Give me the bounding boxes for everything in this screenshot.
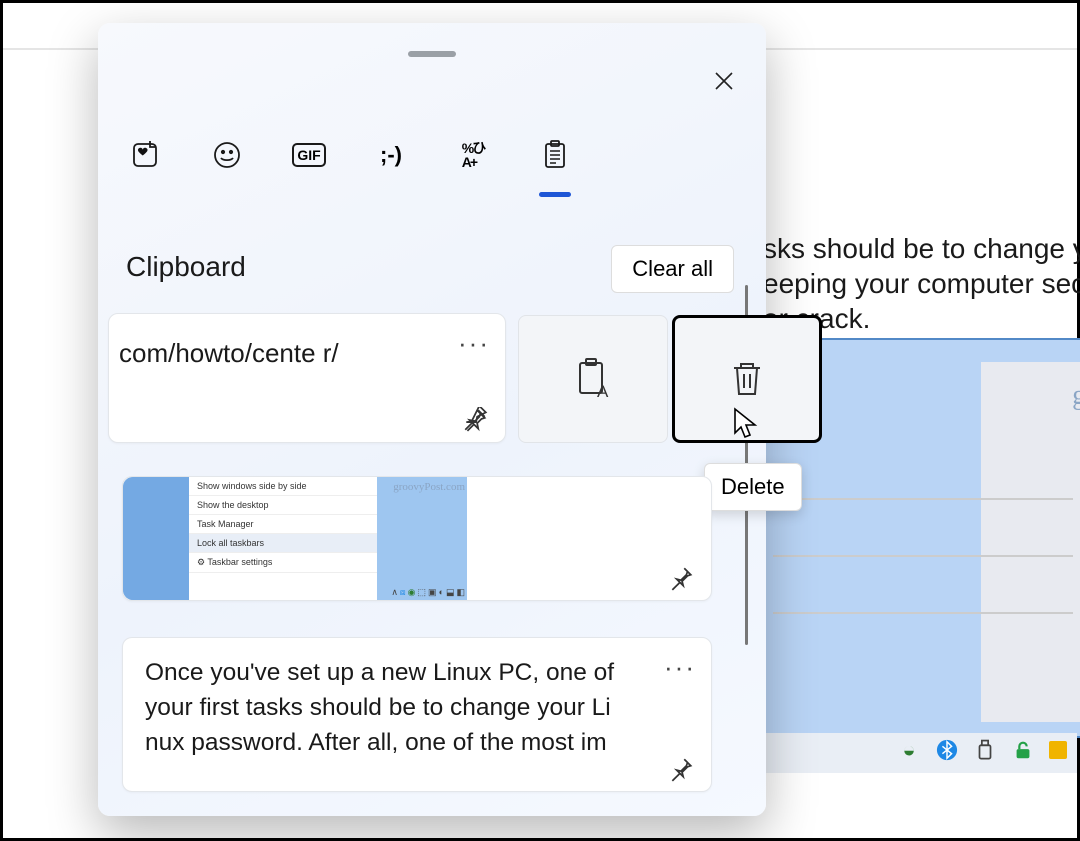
more-button[interactable]: ··· bbox=[664, 652, 696, 683]
svg-text:A: A bbox=[597, 382, 609, 401]
clipboard-item-text[interactable]: Once you've set up a new Linux PC, one o… bbox=[122, 637, 712, 792]
emoji-icon bbox=[212, 140, 242, 170]
delete-button[interactable] bbox=[672, 315, 822, 443]
clipboard-item-content: Once you've set up a new Linux PC, one o… bbox=[145, 656, 653, 760]
thumbnail-watermark: groovyPost.com bbox=[393, 481, 465, 493]
delete-tooltip: Delete bbox=[704, 463, 802, 511]
kaomoji-icon: ;-) bbox=[380, 142, 402, 168]
clipboard-item-text[interactable]: com/howto/cente r/ ··· bbox=[108, 313, 506, 443]
pin-icon bbox=[462, 407, 488, 433]
background-watermark: groovyPo bbox=[1072, 380, 1080, 412]
pin-button[interactable] bbox=[459, 404, 491, 436]
category-tabs: GIF ;-) %ひ A+ bbox=[123, 133, 577, 177]
bluetooth-icon bbox=[935, 738, 959, 762]
background-ruled-lines bbox=[773, 443, 1073, 669]
clear-all-button[interactable]: Clear all bbox=[611, 245, 734, 293]
sticker-heart-icon bbox=[131, 141, 159, 169]
thumbnail-context-menu: Show windows side by side Show the deskt… bbox=[189, 477, 377, 600]
tab-stickers[interactable] bbox=[123, 133, 167, 177]
shield-icon: ◒ bbox=[897, 738, 921, 762]
tab-kaomoji[interactable]: ;-) bbox=[369, 133, 413, 177]
trash-icon bbox=[728, 359, 766, 399]
background-text-line: eeping your computer sec bbox=[763, 268, 1080, 300]
pin-icon bbox=[668, 565, 694, 591]
pin-icon bbox=[668, 756, 694, 782]
clipboard-icon bbox=[542, 140, 568, 170]
drag-handle[interactable] bbox=[408, 51, 456, 57]
close-icon bbox=[712, 69, 736, 93]
tab-symbols[interactable]: %ひ A+ bbox=[451, 133, 495, 177]
box-icon bbox=[1049, 741, 1067, 759]
tab-gif[interactable]: GIF bbox=[287, 133, 331, 177]
background-text-line: sks should be to change y bbox=[763, 233, 1080, 265]
lock-icon bbox=[1011, 738, 1035, 762]
clipboard-item-image[interactable]: Show windows side by side Show the deskt… bbox=[122, 476, 712, 601]
pin-button[interactable] bbox=[665, 562, 697, 594]
tab-emoji[interactable] bbox=[205, 133, 249, 177]
background-system-tray: ◒ bbox=[897, 738, 1067, 762]
paste-text-icon: A bbox=[573, 357, 613, 401]
gif-icon: GIF bbox=[292, 143, 325, 167]
symbols-icon: %ひ A+ bbox=[462, 141, 484, 169]
clipboard-panel: GIF ;-) %ひ A+ Clipboard Clear all com/ho… bbox=[98, 23, 766, 816]
close-button[interactable] bbox=[704, 61, 744, 101]
clipboard-image-thumbnail: Show windows side by side Show the deskt… bbox=[123, 477, 467, 600]
clipboard-item-content: com/howto/cente r/ bbox=[119, 336, 483, 371]
pin-button[interactable] bbox=[665, 753, 697, 785]
tab-clipboard[interactable] bbox=[533, 133, 577, 177]
usb-icon bbox=[973, 738, 997, 762]
thumbnail-tray: ∧⧈◉⬚▣◐⬓◧ bbox=[391, 587, 465, 598]
paste-as-text-button[interactable]: A bbox=[518, 315, 668, 443]
section-title: Clipboard bbox=[126, 251, 246, 283]
more-button[interactable]: ··· bbox=[458, 328, 490, 359]
